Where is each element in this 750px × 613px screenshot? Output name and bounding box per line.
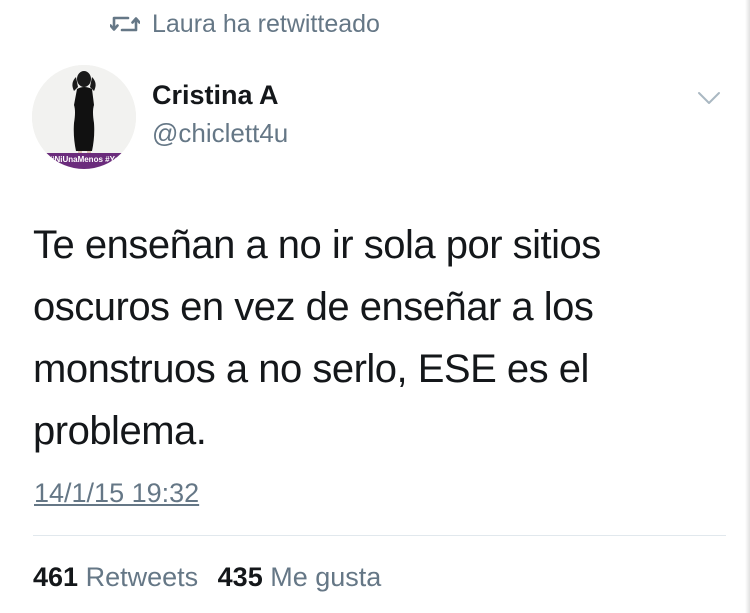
tweet-text: Te enseñan a no ir sola por sitios oscur… bbox=[33, 214, 713, 462]
user-handle[interactable]: @chiclett4u bbox=[152, 118, 288, 149]
tweet-text-line: problema. bbox=[33, 409, 207, 453]
chevron-down-icon[interactable] bbox=[697, 90, 721, 106]
avatar-band: #NiUnaMenos #YoVoy bbox=[32, 153, 136, 169]
tweet-text-line: Te enseñan a no ir sola por sitios bbox=[33, 223, 601, 267]
tweet-text-line: monstruos a no serlo, ESE es el bbox=[33, 347, 589, 391]
retweet-icon bbox=[109, 13, 141, 35]
retweet-context[interactable]: Laura ha retwitteado bbox=[109, 8, 380, 40]
avatar[interactable]: #NiUnaMenos #YoVoy bbox=[32, 65, 136, 169]
tweet-timestamp[interactable]: 14/1/15 19:32 bbox=[34, 478, 199, 509]
retweets-label: Retweets bbox=[85, 562, 199, 592]
avatar-band-text: #NiUnaMenos #YoVoy bbox=[50, 155, 134, 164]
retweets-count: 461 bbox=[33, 562, 79, 592]
tweet-text-line: oscuros en vez de enseñar a los bbox=[33, 285, 594, 329]
likes-label: Me gusta bbox=[270, 562, 382, 592]
likes-stat[interactable]: 435 Me gusta bbox=[218, 562, 382, 592]
tweet-stats: 461 Retweets 435 Me gusta bbox=[33, 562, 381, 593]
retweet-context-text: Laura ha retwitteado bbox=[152, 9, 380, 38]
likes-count: 435 bbox=[217, 562, 263, 592]
edge-shadow bbox=[745, 0, 750, 613]
divider bbox=[33, 535, 726, 536]
display-name[interactable]: Cristina A bbox=[152, 80, 279, 111]
retweets-stat[interactable]: 461 Retweets bbox=[33, 562, 206, 592]
